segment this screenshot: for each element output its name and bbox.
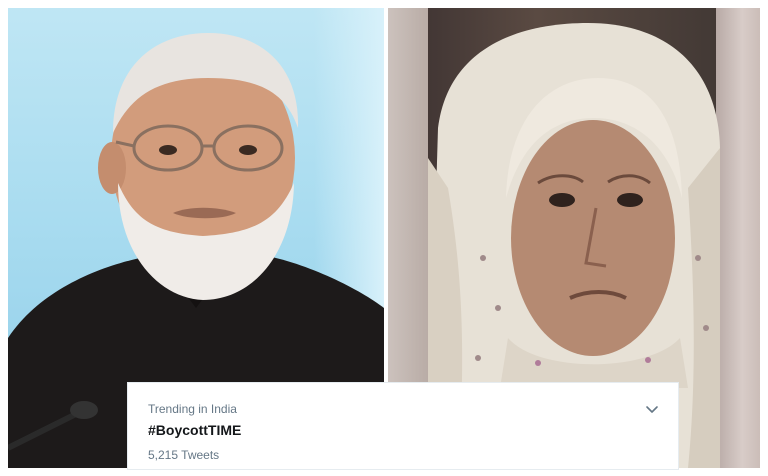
trend-context: Trending in India — [148, 402, 237, 416]
trend-content: Trending in India #BoycottTIME 5,215 Twe… — [148, 401, 241, 463]
trend-card[interactable]: Trending in India #BoycottTIME 5,215 Twe… — [127, 382, 679, 470]
trend-tweet-count: 5,215 Tweets — [148, 448, 220, 462]
trend-hashtag[interactable]: #BoycottTIME — [148, 421, 241, 439]
chevron-down-icon[interactable] — [644, 401, 660, 417]
